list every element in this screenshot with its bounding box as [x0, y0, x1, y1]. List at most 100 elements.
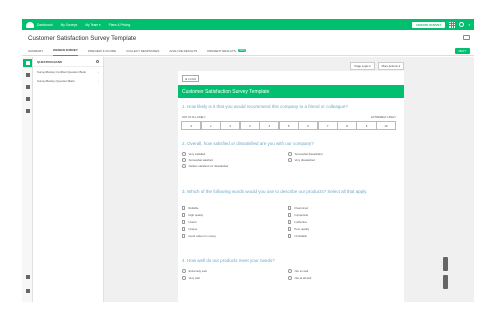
checkbox[interactable]	[288, 227, 292, 231]
page-title: Customer Satisfaction Survey Template	[28, 35, 137, 42]
collapse-rail-button[interactable]	[23, 287, 32, 295]
radio-button[interactable]	[182, 164, 186, 168]
nps-option[interactable]: 5	[278, 121, 299, 130]
bank-row-certified[interactable]: SurveyMonkey Certified Question Bank ›	[33, 67, 103, 76]
q3-option[interactable]: Reliable	[182, 206, 199, 210]
nav-my-team[interactable]: My Team ▾	[85, 23, 100, 27]
logic-rail-button[interactable]	[23, 95, 32, 103]
q2-option[interactable]: Somewhat dissatisfied	[288, 152, 322, 156]
nps-option[interactable]: 2	[220, 121, 241, 130]
checkbox[interactable]	[182, 220, 186, 224]
option-label: Reliable	[188, 206, 199, 210]
option-label: Somewhat dissatisfied	[294, 152, 323, 156]
nav-plans-pricing[interactable]: Plans & Pricing	[109, 23, 131, 27]
search-icon[interactable]	[95, 59, 99, 64]
radio-button[interactable]	[182, 158, 186, 162]
checkbox[interactable]	[182, 234, 186, 238]
q2-option[interactable]: Very dissatisfied	[288, 158, 315, 162]
settings-rail-button[interactable]	[23, 273, 32, 281]
question-1[interactable]: 1. How likely is it that you would recom…	[182, 104, 400, 110]
radio-button[interactable]	[182, 152, 186, 156]
apps-grid-icon[interactable]	[449, 21, 456, 28]
tab-present-results-wrap[interactable]: PRESENT RESULTS NEW	[207, 46, 247, 56]
radio-button[interactable]	[288, 269, 292, 273]
user-menu[interactable]: ▾	[468, 23, 470, 27]
tab-design-survey[interactable]: DESIGN SURVEY	[53, 46, 78, 56]
question-bank-rail-button[interactable]	[23, 59, 32, 67]
option-label: High quality	[188, 213, 204, 217]
q3-option[interactable]: Poor quality	[288, 227, 309, 231]
builder-rail-button[interactable]	[23, 71, 32, 79]
q3-option[interactable]: Unique	[182, 227, 197, 231]
themes-rail-button[interactable]	[23, 83, 32, 91]
q3-option[interactable]: Overpriced	[288, 206, 308, 210]
tab-preview-score[interactable]: PREVIEW & SCORE	[88, 46, 116, 56]
q4-option[interactable]: Very well	[182, 276, 200, 280]
radio-button[interactable]	[288, 152, 292, 156]
survey-title-banner[interactable]: Customer Satisfaction Survey Template	[178, 85, 404, 98]
checkbox[interactable]	[182, 213, 186, 217]
q3-option[interactable]: Unreliable	[288, 234, 307, 238]
question-3[interactable]: 3. Which of the following words would yo…	[182, 189, 400, 195]
page-logic-dropdown[interactable]: Page Logic ▾	[350, 62, 375, 70]
checkbox[interactable]	[288, 220, 292, 224]
question-4-text: 4. How well do our products meet your ne…	[182, 258, 275, 263]
nps-option[interactable]: 9	[356, 121, 377, 130]
nav-my-surveys[interactable]: My Surveys	[61, 23, 78, 27]
q3-option[interactable]: Impractical	[288, 213, 308, 217]
nps-option[interactable]: 3	[239, 121, 260, 130]
feedback-side-tab[interactable]	[443, 257, 448, 271]
q2-option[interactable]: Very satisfied	[182, 152, 205, 156]
question-2-text: 2. Overall, how satisfied or dissatisfie…	[182, 141, 314, 146]
help-side-tab[interactable]	[443, 275, 448, 289]
bank-row-standard[interactable]: SurveyMonkey Question Bank ›	[33, 76, 103, 85]
nps-option[interactable]: 0	[181, 121, 202, 130]
checkbox[interactable]	[288, 213, 292, 217]
options-rail-button[interactable]	[23, 107, 32, 115]
survey-tabs: SUMMARY DESIGN SURVEY PREVIEW & SCORE CO…	[22, 46, 474, 56]
nps-option[interactable]: 10	[375, 121, 396, 130]
nav-dashboard[interactable]: Dashboard	[37, 23, 53, 27]
q4-option[interactable]: Not so well	[288, 269, 308, 273]
q3-option[interactable]: Good value for money	[182, 234, 216, 238]
nps-option[interactable]: 8	[337, 121, 358, 130]
tab-collect-responses[interactable]: COLLECT RESPONSES	[126, 46, 159, 56]
create-survey-button[interactable]: CREATE SURVEY	[412, 21, 446, 28]
help-icon[interactable]	[459, 22, 465, 27]
next-button[interactable]: NEXT	[454, 47, 470, 54]
radio-button[interactable]	[182, 276, 186, 280]
preview-icon[interactable]	[463, 35, 470, 40]
question-2[interactable]: 2. Overall, how satisfied or dissatisfie…	[182, 141, 400, 147]
nps-option[interactable]: 7	[317, 121, 338, 130]
tab-summary[interactable]: SUMMARY	[28, 46, 43, 56]
nps-option[interactable]: 6	[298, 121, 319, 130]
more-actions-dropdown[interactable]: More Actions ▾	[377, 62, 404, 70]
nps-high-label: EXTREMELY LIKELY	[371, 116, 396, 119]
radio-button[interactable]	[288, 158, 292, 162]
add-logo-button[interactable]: ⊕ LOGO	[182, 75, 200, 83]
tab-analyze-results[interactable]: ANALYZE RESULTS	[169, 46, 197, 56]
checkbox[interactable]	[288, 206, 292, 210]
q2-option[interactable]: Somewhat satisfied	[182, 158, 213, 162]
checkbox[interactable]	[182, 206, 186, 210]
checkbox[interactable]	[288, 234, 292, 238]
logo-icon[interactable]	[26, 21, 34, 28]
q4-option[interactable]: Extremely well	[182, 269, 207, 273]
q3-option[interactable]: Ineffective	[288, 220, 307, 224]
option-label: Unique	[188, 227, 198, 231]
radio-button[interactable]	[182, 269, 186, 273]
checkbox[interactable]	[182, 227, 186, 231]
option-label: Ineffective	[294, 220, 308, 224]
survey-canvas: Page Logic ▾ More Actions ▾ ⊕ LOGO Custo…	[104, 57, 474, 302]
question-4[interactable]: 4. How well do our products meet your ne…	[182, 258, 400, 264]
nps-option[interactable]: 1	[200, 121, 221, 130]
left-rail	[22, 57, 33, 302]
nps-option[interactable]: 4	[259, 121, 280, 130]
radio-button[interactable]	[288, 276, 292, 280]
q2-option[interactable]: Neither satisfied nor dissatisfied	[182, 164, 228, 168]
option-label: Not at all well	[294, 276, 312, 280]
q4-option[interactable]: Not at all well	[288, 276, 311, 280]
q3-option[interactable]: High quality	[182, 213, 203, 217]
q3-option[interactable]: Useful	[182, 220, 196, 224]
question-bank-icon	[25, 61, 30, 65]
